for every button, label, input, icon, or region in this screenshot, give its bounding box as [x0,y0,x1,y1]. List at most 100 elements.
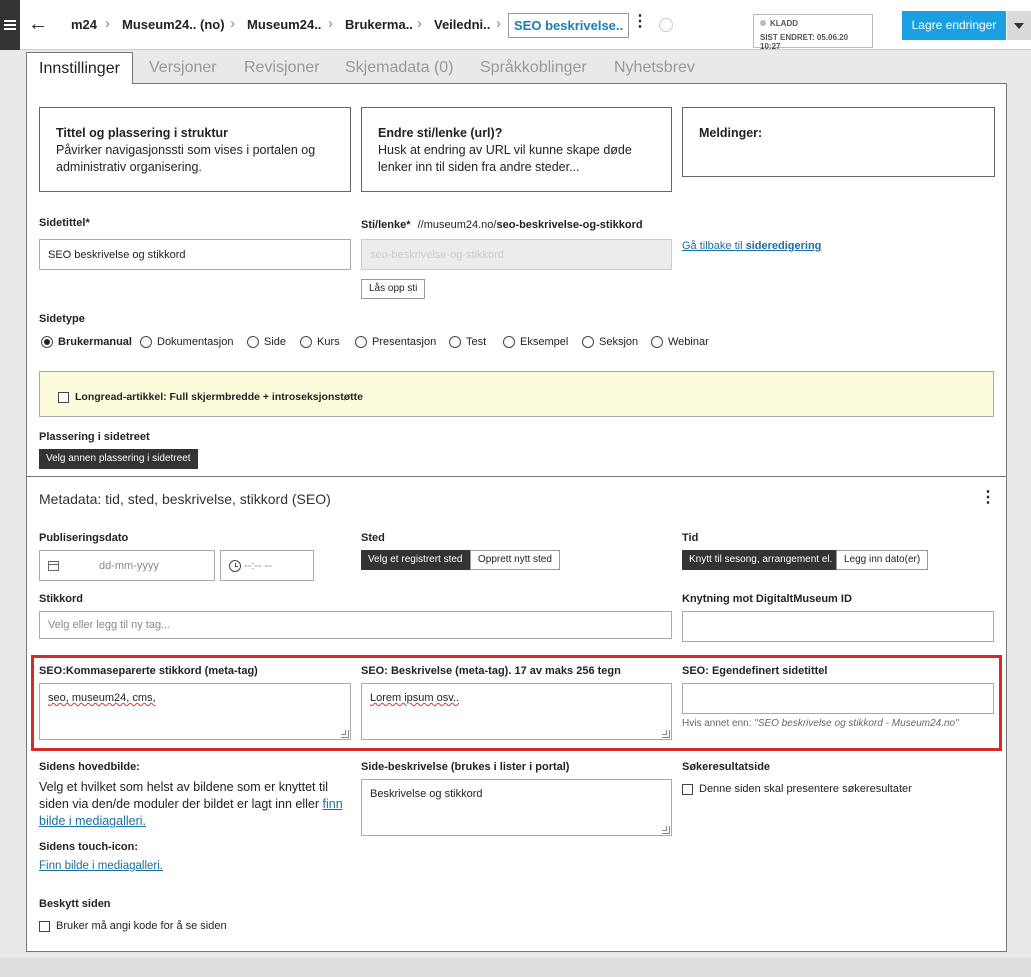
radio-icon [247,336,259,348]
path-prefix: //museum24.no/ [417,219,497,231]
radio-side[interactable]: Side [247,336,286,348]
seo-keywords-textarea[interactable]: seo, museum24, cms, [39,683,351,740]
search-results-label: Søkeresultatside [682,761,771,773]
choose-placement-button[interactable]: Velg annen plassering i sidetreet [39,449,198,469]
search-results-checkbox[interactable]: Denne siden skal presentere søkeresultat… [682,783,912,795]
page-title-label: Sidetittel* [39,217,90,229]
search-results-checkbox-label: Denne siden skal presentere søkeresultat… [699,783,912,795]
radio-label: Side [264,336,287,348]
tags-label: Stikkord [39,593,84,605]
main-image-label: Sidens hovedbilde: [39,761,140,773]
tab-language-links[interactable]: Språkkoblinger [480,52,587,84]
time-label: Tid [682,532,699,544]
breadcrumb-item[interactable]: Museum24.. (no) [122,17,225,32]
breadcrumb-item[interactable]: m24 [71,17,97,32]
info-text: Påvirker navigasjonssti som vises i port… [56,143,316,174]
breadcrumb-item[interactable]: Museum24.. [247,17,321,32]
radio-icon [140,336,152,348]
radio-label: Eksempel [520,336,569,348]
chevron-right-icon: › [328,15,333,32]
tab-revisions[interactable]: Revisjoner [244,52,320,84]
back-to-editing-link[interactable]: Gå tilbake til sideredigering [682,240,821,252]
seo-title-label: SEO: Egendefinert sidetittel [682,665,828,677]
seo-keywords-value: seo, museum24, cms, [48,692,156,704]
tab-newsletter[interactable]: Nyhetsbrev [614,52,695,84]
add-dates-button[interactable]: Legg inn dato(er) [836,550,929,570]
path-input: seo-beskrivelse-og-stikkord [361,239,672,270]
save-button[interactable]: Lagre endringer [902,11,1006,40]
radio-kurs[interactable]: Kurs [300,336,340,348]
radio-label: Presentasjon [372,336,437,348]
radio-seksjon[interactable]: Seksjon [582,336,638,348]
top-toolbar: ← m24 › Museum24.. (no) › Museum24.. › B… [0,0,1031,51]
dm-id-label: Knytning mot DigitaltMuseum ID [682,593,852,605]
create-new-place-button[interactable]: Opprett nytt sted [470,550,560,570]
save-dropdown-caret-icon[interactable] [1007,11,1031,40]
settings-panel: Tittel og plassering i struktur Påvirker… [26,83,1007,952]
seo-title-hint: Hvis annet enn: "SEO beskrivelse og stik… [682,718,959,729]
info-heading: Endre sti/lenke (url)? [378,126,503,140]
breadcrumb-current[interactable]: SEO beskrivelse.. [508,13,630,38]
page-description-textarea[interactable]: Beskrivelse og stikkord [361,779,672,836]
radio-label: Test [466,336,487,348]
publish-date-input[interactable]: dd-mm-yyyy [39,550,215,581]
main-image-text: Velg et hvilket som helst av bildene som… [39,779,349,830]
resize-handle-icon[interactable] [662,826,670,834]
longread-checkbox[interactable]: Longread-artikkel: Full skjermbredde + i… [58,391,363,403]
radio-icon [449,336,461,348]
radio-icon [300,336,312,348]
path-label: Sti/lenke* [361,219,411,231]
seo-title-input[interactable] [682,683,994,714]
info-text: Husk at endring av URL vil kunne skape d… [378,143,632,174]
hint-prefix: Hvis annet enn: [682,718,755,729]
tab-versions[interactable]: Versjoner [149,52,217,84]
info-heading: Tittel og plassering i struktur [56,126,229,140]
status-circle-icon [659,18,673,32]
tab-form-data[interactable]: Skjemadata (0) [345,52,454,84]
seo-description-textarea[interactable]: Lorem ipsum osv.. [361,683,672,740]
more-options-icon[interactable]: ⋮ [632,14,648,30]
unlock-path-button[interactable]: Lås opp sti [361,279,426,299]
protect-label: Beskytt siden [39,898,111,910]
date-placeholder: dd-mm-yyyy [99,559,159,572]
dm-id-input[interactable] [682,611,994,642]
radio-icon [582,336,594,348]
tags-input[interactable]: Velg eller legg til ny tag... [39,611,672,639]
divider [27,476,1006,477]
choose-registered-place-button[interactable]: Velg et registrert sted [361,550,470,570]
more-options-icon[interactable]: ⋮ [980,490,996,506]
publish-time-input[interactable]: --:-- -- [220,550,314,581]
back-link-prefix: Gå tilbake til [682,240,746,252]
radio-webinar[interactable]: Webinar [651,336,709,348]
radio-brukermanual[interactable]: Brukermanual [41,336,132,348]
page-description-value: Beskrivelse og stikkord [370,788,483,800]
protect-checkbox[interactable]: Bruker må angi kode for å se siden [39,920,227,932]
tab-settings[interactable]: Innstillinger [26,52,133,84]
seo-description-value: Lorem ipsum osv.. [370,692,460,704]
page-title-input[interactable]: SEO beskrivelse og stikkord [39,239,351,270]
link-season-button[interactable]: Knytt til sesong, arrangement el. [682,550,840,570]
main-image-description: Velg et hvilket som helst av bildene som… [39,780,329,811]
touch-icon-label: Sidens touch-icon: [39,841,138,853]
radio-dokumentasjon[interactable]: Dokumentasjon [140,336,233,348]
chevron-right-icon: › [417,15,422,32]
clock-icon [229,559,241,572]
longread-box: Longread-artikkel: Full skjermbredde + i… [39,371,994,417]
radio-label: Webinar [668,336,709,348]
resize-handle-icon[interactable] [662,730,670,738]
checkbox-icon [58,391,69,403]
hamburger-menu-icon[interactable] [0,0,20,50]
radio-label: Dokumentasjon [157,336,234,348]
radio-presentasjon[interactable]: Presentasjon [355,336,436,348]
checkbox-icon [39,920,50,932]
radio-label: Brukermanual [58,336,132,348]
resize-handle-icon[interactable] [341,730,349,738]
chevron-right-icon: › [230,15,235,32]
radio-test[interactable]: Test [449,336,486,348]
back-arrow-icon[interactable]: ← [28,14,48,34]
breadcrumb-item[interactable]: Brukerma.. [345,17,413,32]
touch-icon-link[interactable]: Finn bilde i mediagalleri. [39,860,163,872]
radio-eksempel[interactable]: Eksempel [503,336,568,348]
info-box-title-structure: Tittel og plassering i struktur Påvirker… [39,107,351,192]
breadcrumb-item[interactable]: Veiledni.. [434,17,490,32]
